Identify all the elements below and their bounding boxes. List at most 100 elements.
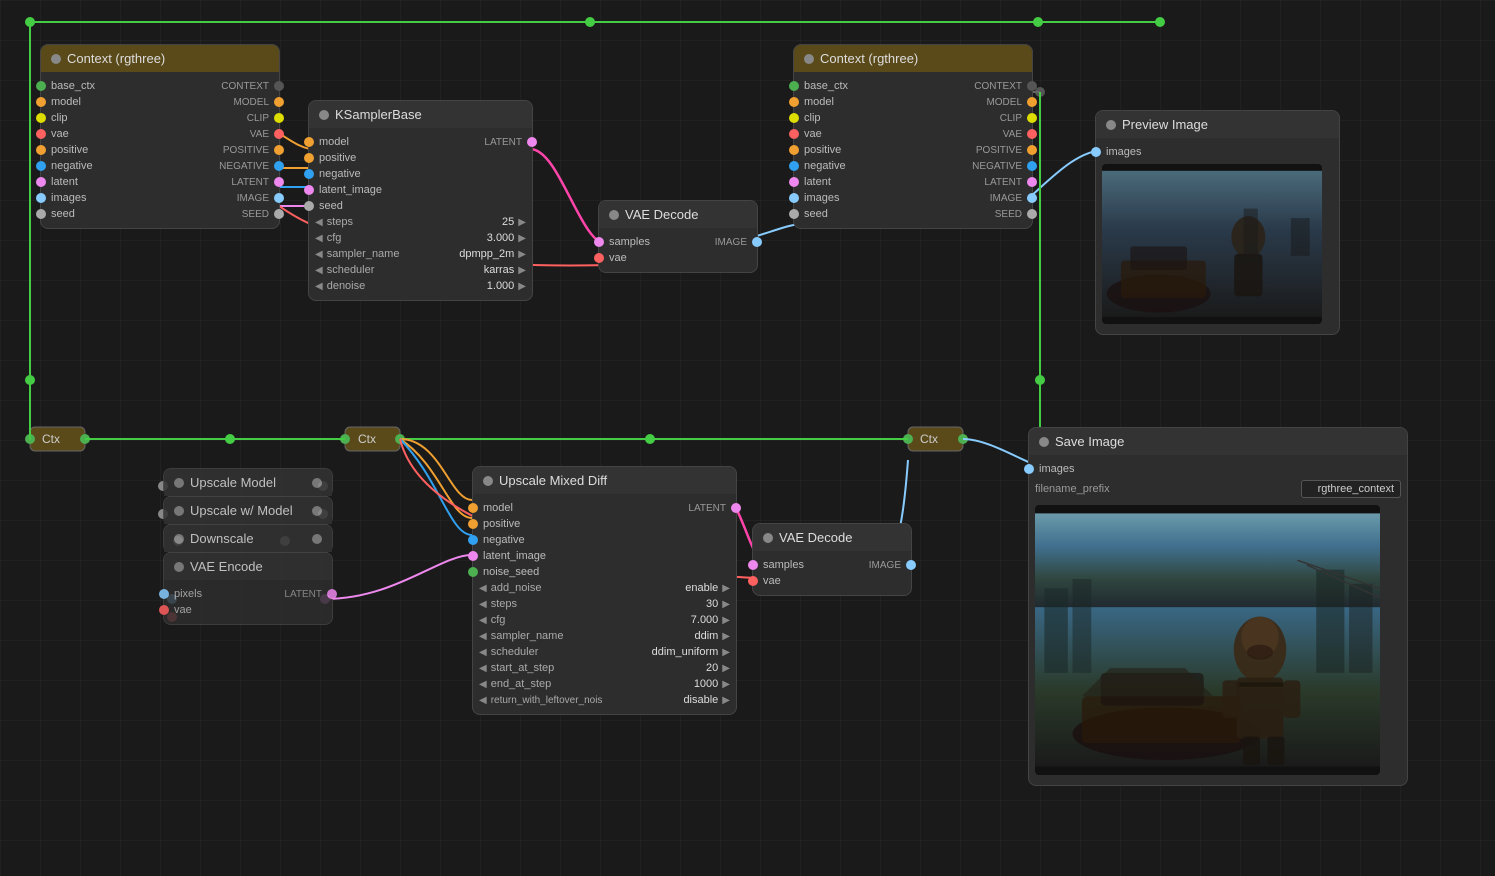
k-port-dot-negative[interactable]: [304, 169, 314, 179]
param-arrow-left-scheduler[interactable]: ◀: [315, 265, 323, 276]
port-dot-negative-out[interactable]: [274, 161, 284, 171]
vd2-port-label-samples: samples: [763, 559, 804, 571]
c2-port-dot-seed[interactable]: [789, 209, 799, 219]
port-dot-vae-out[interactable]: [274, 129, 284, 139]
umd-param-arrow-left-return[interactable]: ◀: [479, 695, 487, 706]
port-dot-seed[interactable]: [36, 209, 46, 219]
si-port-row-images: images: [1029, 461, 1407, 477]
umd-param-arrow-left-cfg[interactable]: ◀: [479, 615, 487, 626]
c2-port-dot-model[interactable]: [789, 97, 799, 107]
k-port-dot-latent-out[interactable]: [527, 137, 537, 147]
umd-port-dot-negative[interactable]: [468, 535, 478, 545]
vae-encode-vae-dot[interactable]: [159, 605, 169, 615]
port-dot-context-out[interactable]: [274, 81, 284, 91]
vd2-port-dot-image[interactable]: [906, 560, 916, 570]
port-dot-negative[interactable]: [36, 161, 46, 171]
c2-port-dot-clip[interactable]: [789, 113, 799, 123]
upscale-model-out[interactable]: [312, 478, 322, 488]
param-arrow-right-sampler[interactable]: ▶: [518, 249, 526, 260]
c2-port-dot-seed-out[interactable]: [1027, 209, 1037, 219]
c2-port-dot-context-out[interactable]: [1027, 81, 1037, 91]
vd-port-dot-samples[interactable]: [594, 237, 604, 247]
param-arrow-left-sampler[interactable]: ◀: [315, 249, 323, 260]
param-arrow-left-cfg[interactable]: ◀: [315, 233, 323, 244]
param-arrow-right-steps[interactable]: ▶: [518, 217, 526, 228]
k-port-dot-positive[interactable]: [304, 153, 314, 163]
c2-port-dot-images[interactable]: [789, 193, 799, 203]
pi-port-dot-images[interactable]: [1091, 147, 1101, 157]
port-dot-image-out[interactable]: [274, 193, 284, 203]
port-label-base-ctx: base_ctx: [51, 80, 95, 92]
vae-encode-pixels-dot[interactable]: [159, 589, 169, 599]
port-dot-positive[interactable]: [36, 145, 46, 155]
umd-param-arrow-right-start[interactable]: ▶: [722, 663, 730, 674]
umd-port-dot-positive[interactable]: [468, 519, 478, 529]
umd-param-arrow-left-end[interactable]: ◀: [479, 679, 487, 690]
port-dot-latent-out[interactable]: [274, 177, 284, 187]
c2-port-dot-latent-out[interactable]: [1027, 177, 1037, 187]
port-dot-model[interactable]: [36, 97, 46, 107]
c2-port-dot-positive[interactable]: [789, 145, 799, 155]
port-dot-clip[interactable]: [36, 113, 46, 123]
c2-port-dot-image-out[interactable]: [1027, 193, 1037, 203]
upscale-w-model-out[interactable]: [312, 506, 322, 516]
umd-param-arrow-right-add-noise[interactable]: ▶: [722, 583, 730, 594]
umd-port-dot-latent-out[interactable]: [731, 503, 741, 513]
port-dot-images[interactable]: [36, 193, 46, 203]
umd-param-arrow-right-end[interactable]: ▶: [722, 679, 730, 690]
c2-port-dot-negative-out[interactable]: [1027, 161, 1037, 171]
param-arrow-left-denoise[interactable]: ◀: [315, 281, 323, 292]
port-dot-seed-out[interactable]: [274, 209, 284, 219]
vd2-port-dot-samples[interactable]: [748, 560, 758, 570]
si-port-dot-images[interactable]: [1024, 464, 1034, 474]
c2-port-dot-positive-out[interactable]: [1027, 145, 1037, 155]
port-dot-latent[interactable]: [36, 177, 46, 187]
preview-image-body: images: [1096, 138, 1339, 334]
c2-port-label-base-ctx: base_ctx: [804, 80, 848, 92]
k-port-dot-latent-image[interactable]: [304, 185, 314, 195]
umd-param-arrow-left-steps[interactable]: ◀: [479, 599, 487, 610]
param-arrow-right-denoise[interactable]: ▶: [518, 281, 526, 292]
port-dot-positive-out[interactable]: [274, 145, 284, 155]
umd-param-name-sampler: sampler_name: [491, 630, 655, 642]
k-port-dot-seed[interactable]: [304, 201, 314, 211]
port-dot-model-out[interactable]: [274, 97, 284, 107]
vae-encode-latent-out[interactable]: [327, 589, 337, 599]
param-arrow-right-scheduler[interactable]: ▶: [518, 265, 526, 276]
umd-param-arrow-left-sched[interactable]: ◀: [479, 647, 487, 658]
port-row-negative: negative NEGATIVE: [41, 158, 279, 174]
umd-port-label-latent-image: latent_image: [483, 550, 546, 562]
downscale-out[interactable]: [312, 534, 322, 544]
vd-port-dot-image-out[interactable]: [752, 237, 762, 247]
c2-port-dot-latent[interactable]: [789, 177, 799, 187]
c2-port-dot-vae-out[interactable]: [1027, 129, 1037, 139]
si-filename-value[interactable]: rgthree_context: [1301, 480, 1401, 498]
port-dot-vae[interactable]: [36, 129, 46, 139]
c2-port-dot-clip-out[interactable]: [1027, 113, 1037, 123]
umd-param-arrow-left-sampler[interactable]: ◀: [479, 631, 487, 642]
umd-param-value-sched: ddim_uniform: [652, 646, 719, 658]
umd-param-arrow-left-add-noise[interactable]: ◀: [479, 583, 487, 594]
c2-port-dot-vae[interactable]: [789, 129, 799, 139]
umd-param-arrow-right-sched[interactable]: ▶: [722, 647, 730, 658]
k-port-dot-model[interactable]: [304, 137, 314, 147]
port-dot-base-ctx[interactable]: [36, 81, 46, 91]
k-port-label-model: model: [319, 136, 349, 148]
param-arrow-left-steps[interactable]: ◀: [315, 217, 323, 228]
c2-port-dot-negative[interactable]: [789, 161, 799, 171]
c2-port-dot-model-out[interactable]: [1027, 97, 1037, 107]
umd-port-dot-noise-seed[interactable]: [468, 567, 478, 577]
umd-port-row-negative: negative: [473, 532, 736, 548]
umd-param-arrow-left-start[interactable]: ◀: [479, 663, 487, 674]
c2-port-dot-base-ctx[interactable]: [789, 81, 799, 91]
umd-port-dot-latent-image[interactable]: [468, 551, 478, 561]
umd-port-dot-model[interactable]: [468, 503, 478, 513]
vd-port-dot-vae[interactable]: [594, 253, 604, 263]
param-arrow-right-cfg[interactable]: ▶: [518, 233, 526, 244]
port-dot-clip-out[interactable]: [274, 113, 284, 123]
umd-param-arrow-right-sampler[interactable]: ▶: [722, 631, 730, 642]
umd-param-arrow-right-return[interactable]: ▶: [722, 695, 730, 706]
vd2-port-dot-vae[interactable]: [748, 576, 758, 586]
umd-param-arrow-right-cfg[interactable]: ▶: [722, 615, 730, 626]
umd-param-arrow-right-steps[interactable]: ▶: [722, 599, 730, 610]
